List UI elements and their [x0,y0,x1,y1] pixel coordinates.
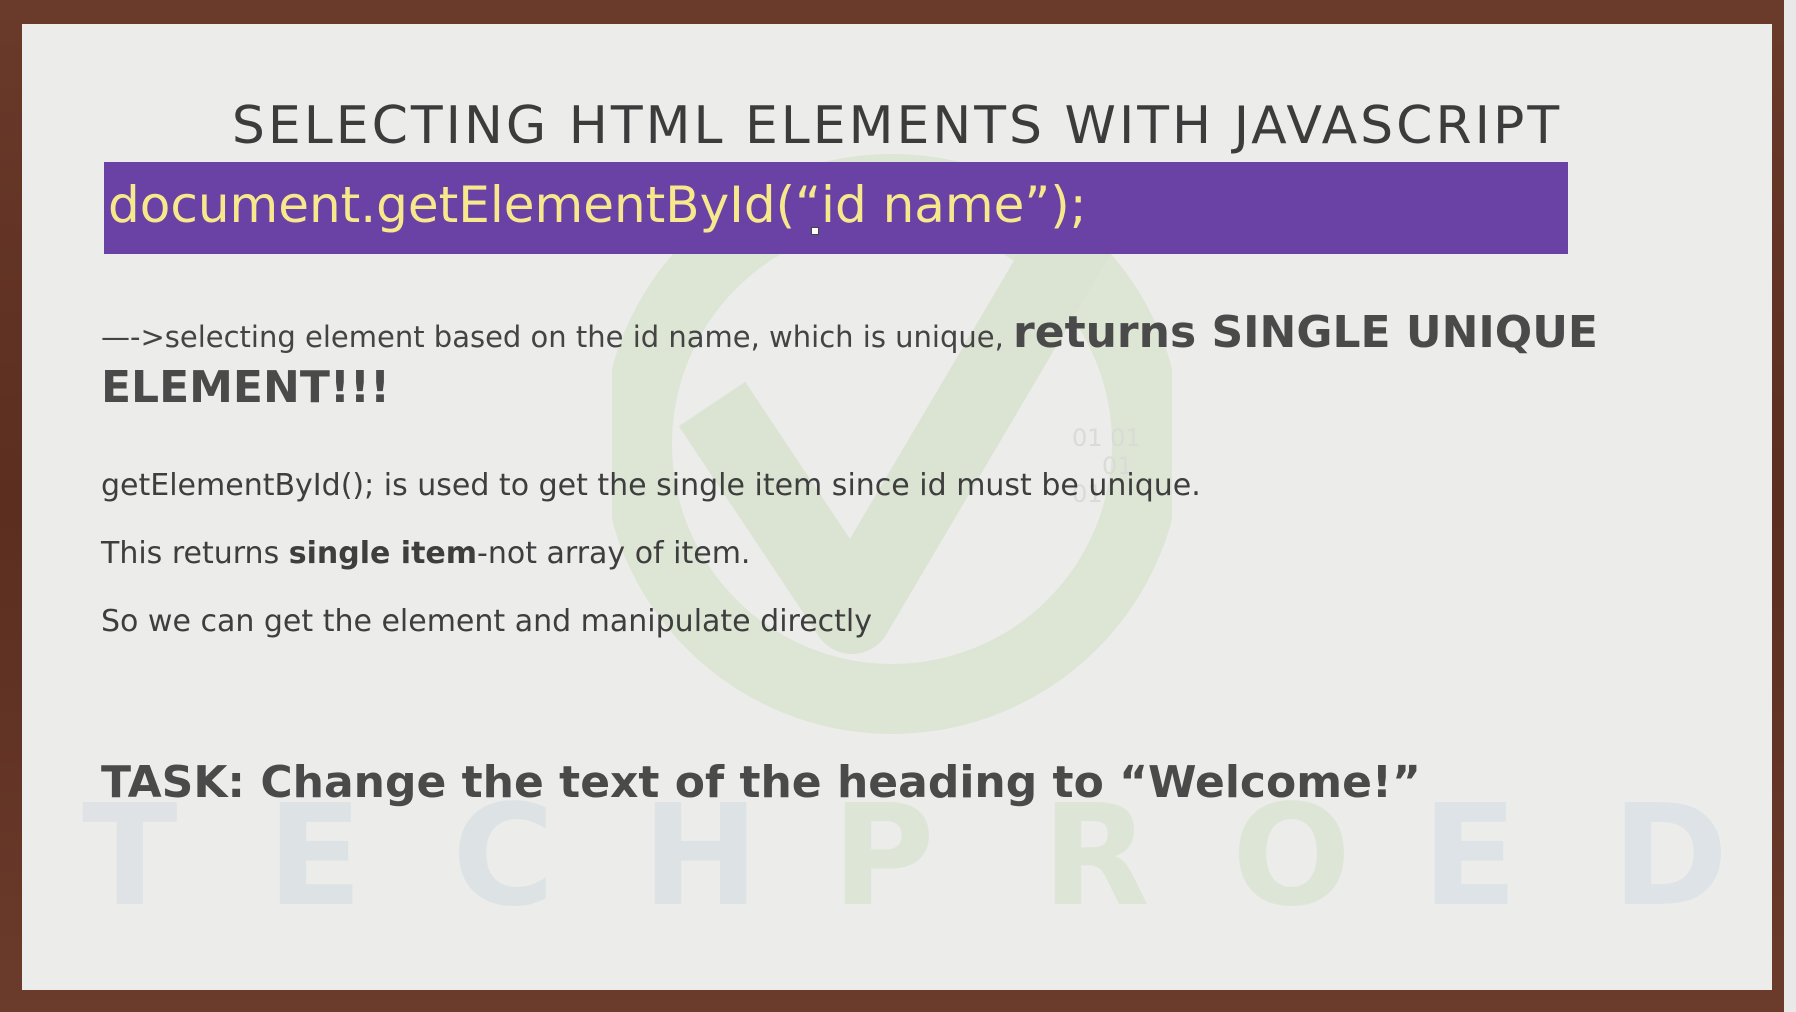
paragraph-2-bold: single item [288,536,478,571]
description-line: —->selecting element based on the id nam… [101,310,1661,420]
brand-watermark-letter: D [1612,784,1728,914]
paragraph-2-text: This returns [101,536,289,571]
code-banner: document.getElementById(“id name”); [104,162,1568,254]
slide-title: SELECTING HTML ELEMENTS WITH JAVASCRIPT [231,96,1563,156]
presentation-slide: 01 01 01 01 T E C H P R O E D SELECTING … [22,24,1772,990]
paragraph-3: So we can get the element and manipulate… [101,604,873,639]
watermark-code-line: 01 01 [1072,424,1141,452]
description-text: —->selecting element based on the id nam… [101,320,1014,354]
paragraph-1: getElementById(); is used to get the sin… [101,468,1201,503]
task-heading: TASK: Change the text of the heading to … [101,757,1421,808]
paragraph-2-suffix: -not array of item. [477,536,751,571]
mouse-cursor-icon [811,227,819,235]
paragraph-2: This returns single item-not array of it… [101,536,750,571]
side-panel-edge [1784,0,1796,1012]
brand-watermark-letter: E [1422,784,1518,914]
code-snippet: document.getElementById(“id name”); [108,176,1087,234]
